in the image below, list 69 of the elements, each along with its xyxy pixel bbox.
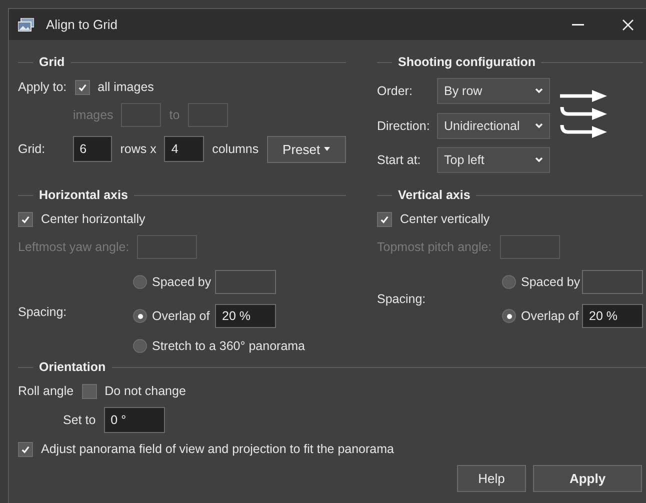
dialog-button[interactable]: Apply xyxy=(533,465,642,492)
chevron-down-icon xyxy=(535,123,543,129)
arrows-icon xyxy=(558,88,608,140)
spacing-field[interactable] xyxy=(215,270,276,294)
all-images-checkbox[interactable] xyxy=(74,80,90,94)
window-title: Align to Grid xyxy=(46,17,119,32)
field-label: Order: xyxy=(377,84,414,98)
option-label: Overlap of xyxy=(521,309,577,323)
spacing-field[interactable]: 20 % xyxy=(582,304,643,328)
images-icon xyxy=(18,18,34,32)
dropdown[interactable]: Unidirectional xyxy=(437,113,550,139)
dropdown[interactable]: Top left xyxy=(437,147,550,173)
option-label: Spaced by xyxy=(152,275,210,289)
angle-label: Topmost pitch angle: xyxy=(377,240,492,254)
angle-field[interactable] xyxy=(500,235,560,259)
radio-button[interactable] xyxy=(133,339,147,353)
radio-button[interactable] xyxy=(133,275,147,289)
checkbox-label: Do not change xyxy=(104,384,186,398)
dropdown[interactable]: By row xyxy=(437,78,550,104)
radio-button[interactable] xyxy=(502,275,516,289)
section-heading: Grid xyxy=(39,55,65,69)
dialog-button[interactable]: Help xyxy=(457,465,526,492)
section-heading: Vertical axis xyxy=(398,188,470,202)
range-end-field[interactable] xyxy=(188,103,228,127)
spacing-label: Spacing: xyxy=(18,305,68,319)
do-not-change-checkbox[interactable] xyxy=(82,384,97,398)
spacing-field[interactable]: 20 % xyxy=(215,304,276,328)
angle-field[interactable] xyxy=(137,235,198,259)
range-start-field[interactable] xyxy=(121,103,162,127)
checkbox-label: all images xyxy=(98,80,154,94)
angle-label: Leftmost yaw angle: xyxy=(18,240,130,254)
chevron-down-icon xyxy=(535,157,543,163)
adjust-checkbox[interactable] xyxy=(18,442,33,456)
option-label: Overlap of xyxy=(152,309,210,323)
section-heading: Shooting configuration xyxy=(398,55,536,69)
roll-field[interactable]: 0 ° xyxy=(104,407,165,433)
section-heading: Orientation xyxy=(39,360,106,374)
roll-angle-label: Roll angle xyxy=(18,384,74,398)
caret-icon xyxy=(324,146,330,152)
option-label: Stretch to a 360° panorama xyxy=(152,339,306,353)
rows-label: rows x xyxy=(120,142,156,156)
center-checkbox[interactable] xyxy=(377,212,392,226)
field-label: Direction: xyxy=(377,119,429,133)
radio-button[interactable] xyxy=(502,309,516,323)
checkmark-icon xyxy=(380,214,389,224)
close-icon xyxy=(622,18,634,30)
center-checkbox[interactable] xyxy=(18,212,33,226)
checkbox-label: Center vertically xyxy=(400,212,490,226)
minimize-icon xyxy=(572,24,584,26)
to-label: to xyxy=(169,108,180,122)
set-to-label: Set to xyxy=(63,413,96,427)
spacing-field[interactable] xyxy=(582,270,643,294)
columns-field[interactable]: 4 xyxy=(164,136,204,162)
rows-field[interactable]: 6 xyxy=(72,136,112,162)
grid-label: Grid: xyxy=(18,142,46,156)
preset-button[interactable]: Preset xyxy=(266,136,346,162)
radio-button[interactable] xyxy=(133,309,147,323)
images-label: images xyxy=(73,108,114,122)
checkmark-icon xyxy=(21,444,30,454)
checkmark-icon xyxy=(78,82,87,92)
checkbox-label: Adjust panorama field of view and projection to fit the panorama xyxy=(41,442,394,456)
section-heading: Horizontal axis xyxy=(39,188,128,202)
spacing-label: Spacing: xyxy=(377,292,427,306)
checkmark-icon xyxy=(21,214,30,224)
columns-label: columns xyxy=(212,142,259,156)
apply-to-label: Apply to: xyxy=(18,80,67,94)
chevron-down-icon xyxy=(535,88,543,94)
checkbox-label: Center horizontally xyxy=(41,212,146,226)
field-label: Start at: xyxy=(377,153,422,167)
